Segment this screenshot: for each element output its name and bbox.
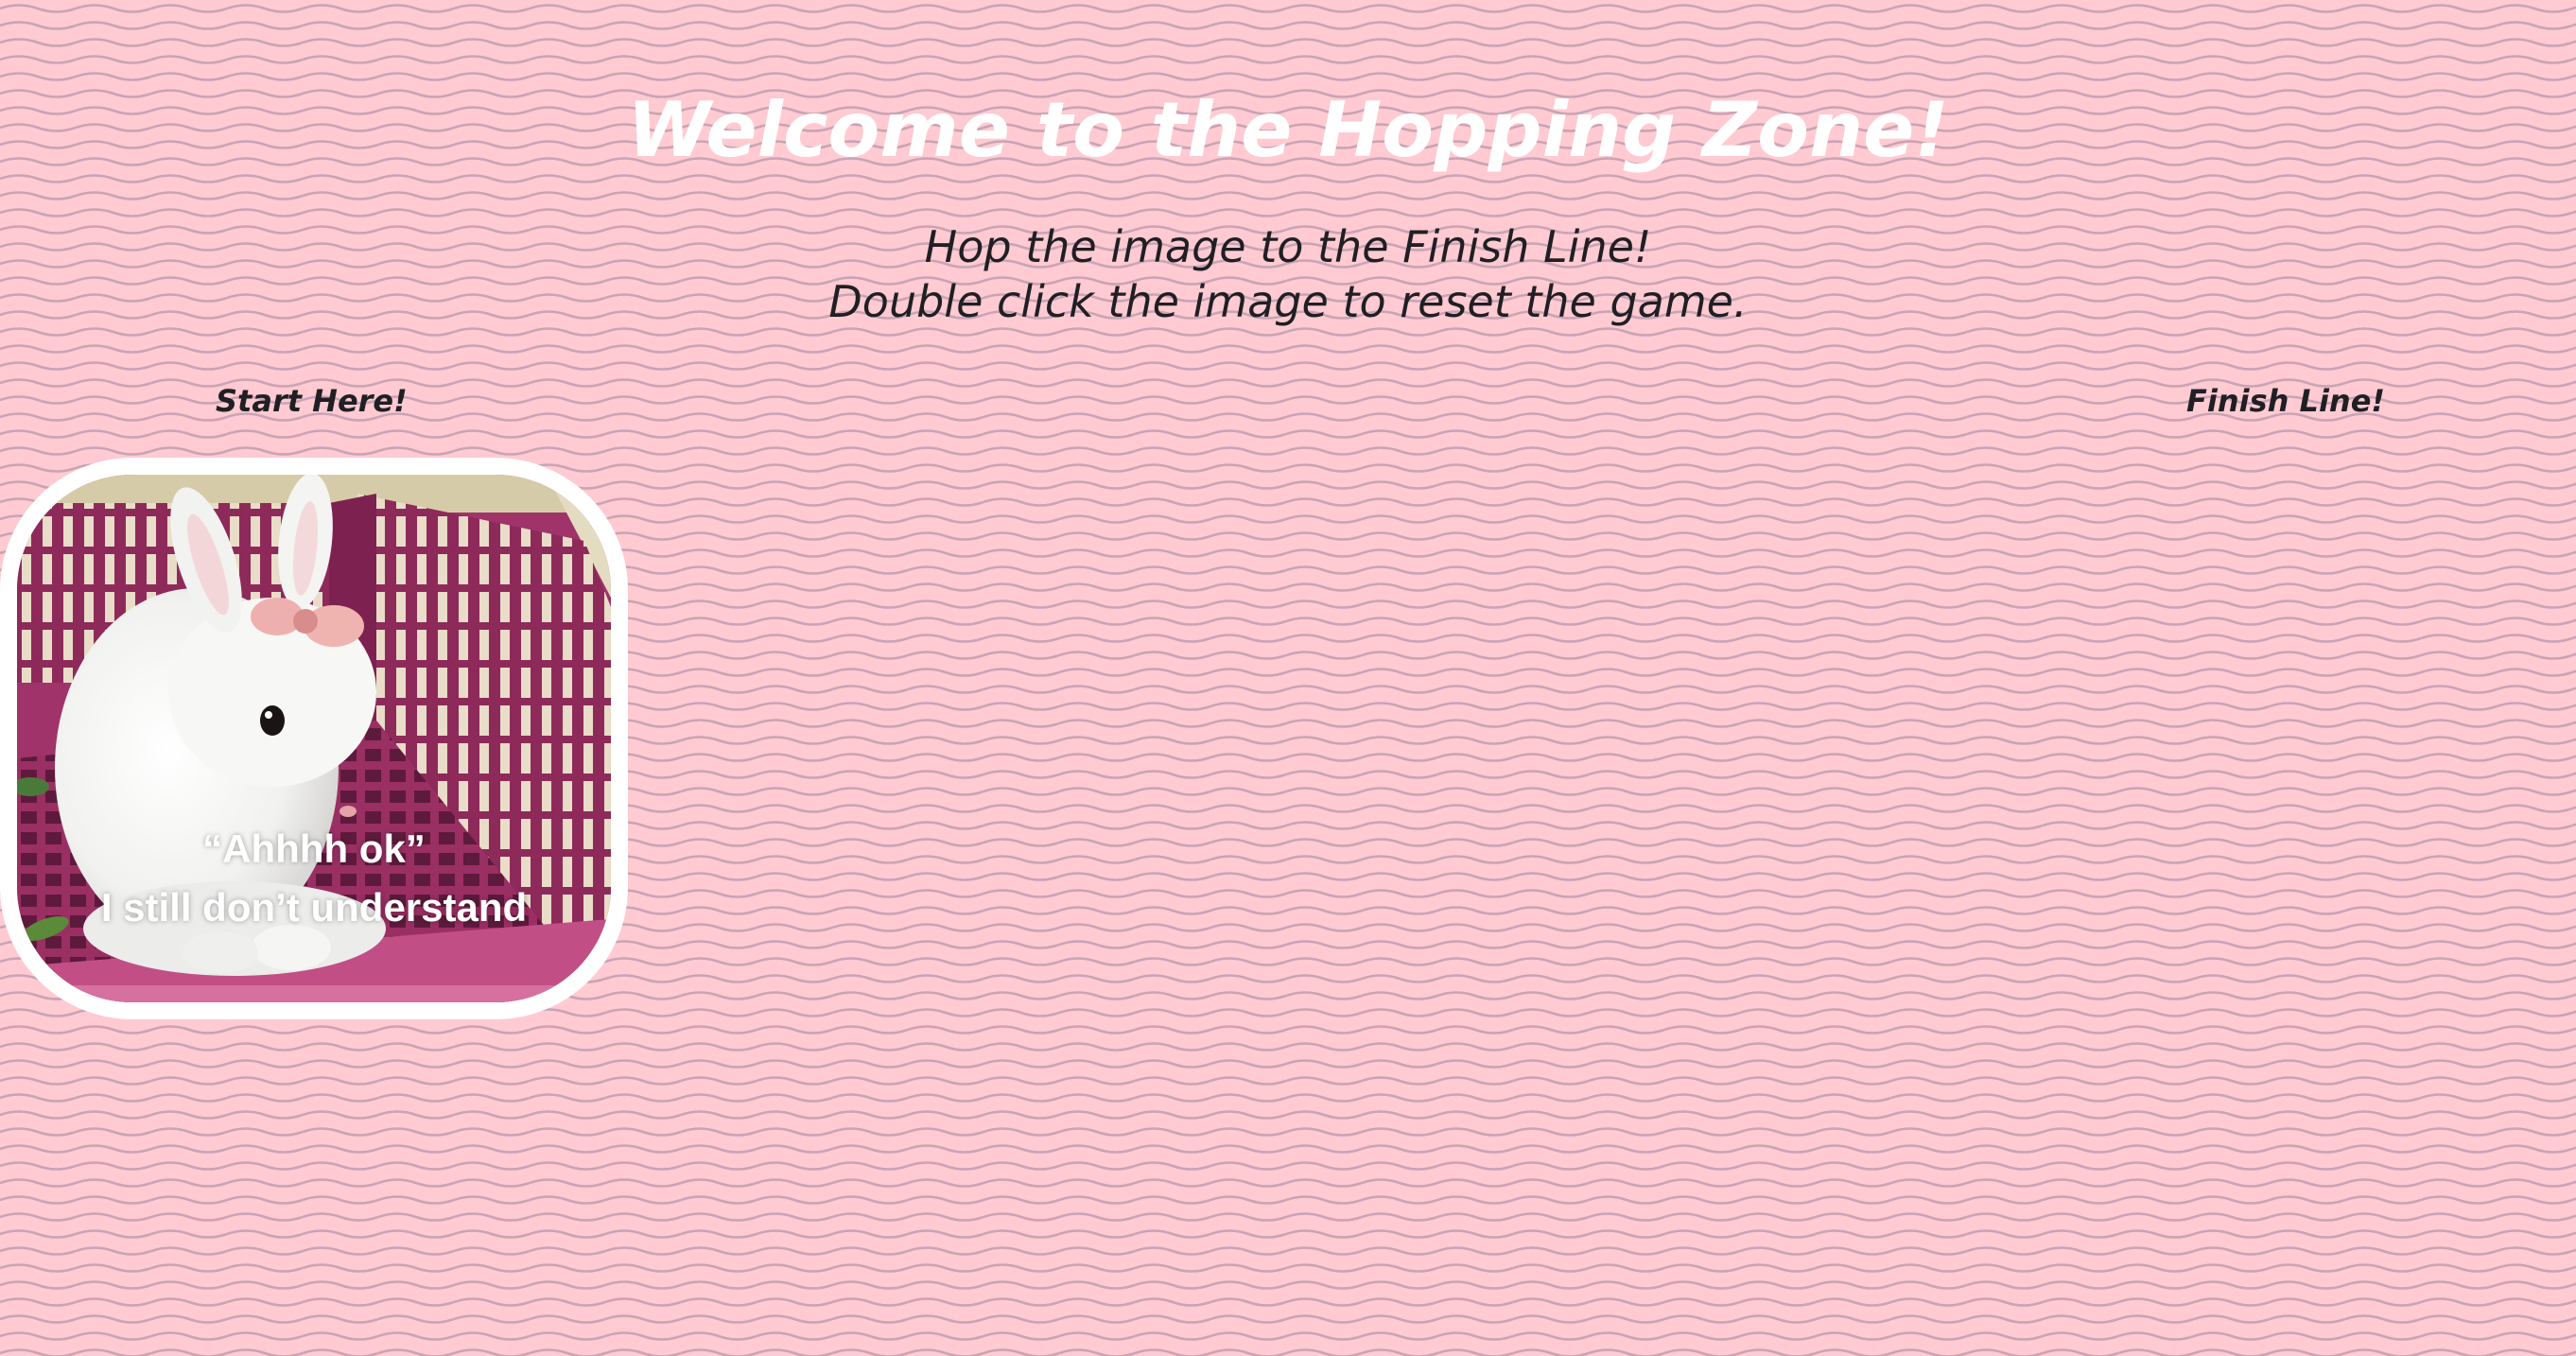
finish-label: Finish Line! (2186, 383, 2385, 419)
hopper-bunny-image[interactable]: “Ahhhh ok” I still don’t understand (0, 458, 628, 1019)
instruction-reset: Double click the image to reset the game… (828, 276, 1748, 327)
start-label: Start Here! (216, 383, 408, 419)
caption-line-1: “Ahhhh ok” (202, 826, 426, 871)
instruction-hop: Hop the image to the Finish Line! (924, 221, 1652, 272)
instructions: Hop the image to the Finish Line! Double… (0, 219, 2576, 329)
page-title: Welcome to the Hopping Zone! (627, 86, 1949, 174)
caption-line-2: I still don’t understand (100, 885, 528, 930)
